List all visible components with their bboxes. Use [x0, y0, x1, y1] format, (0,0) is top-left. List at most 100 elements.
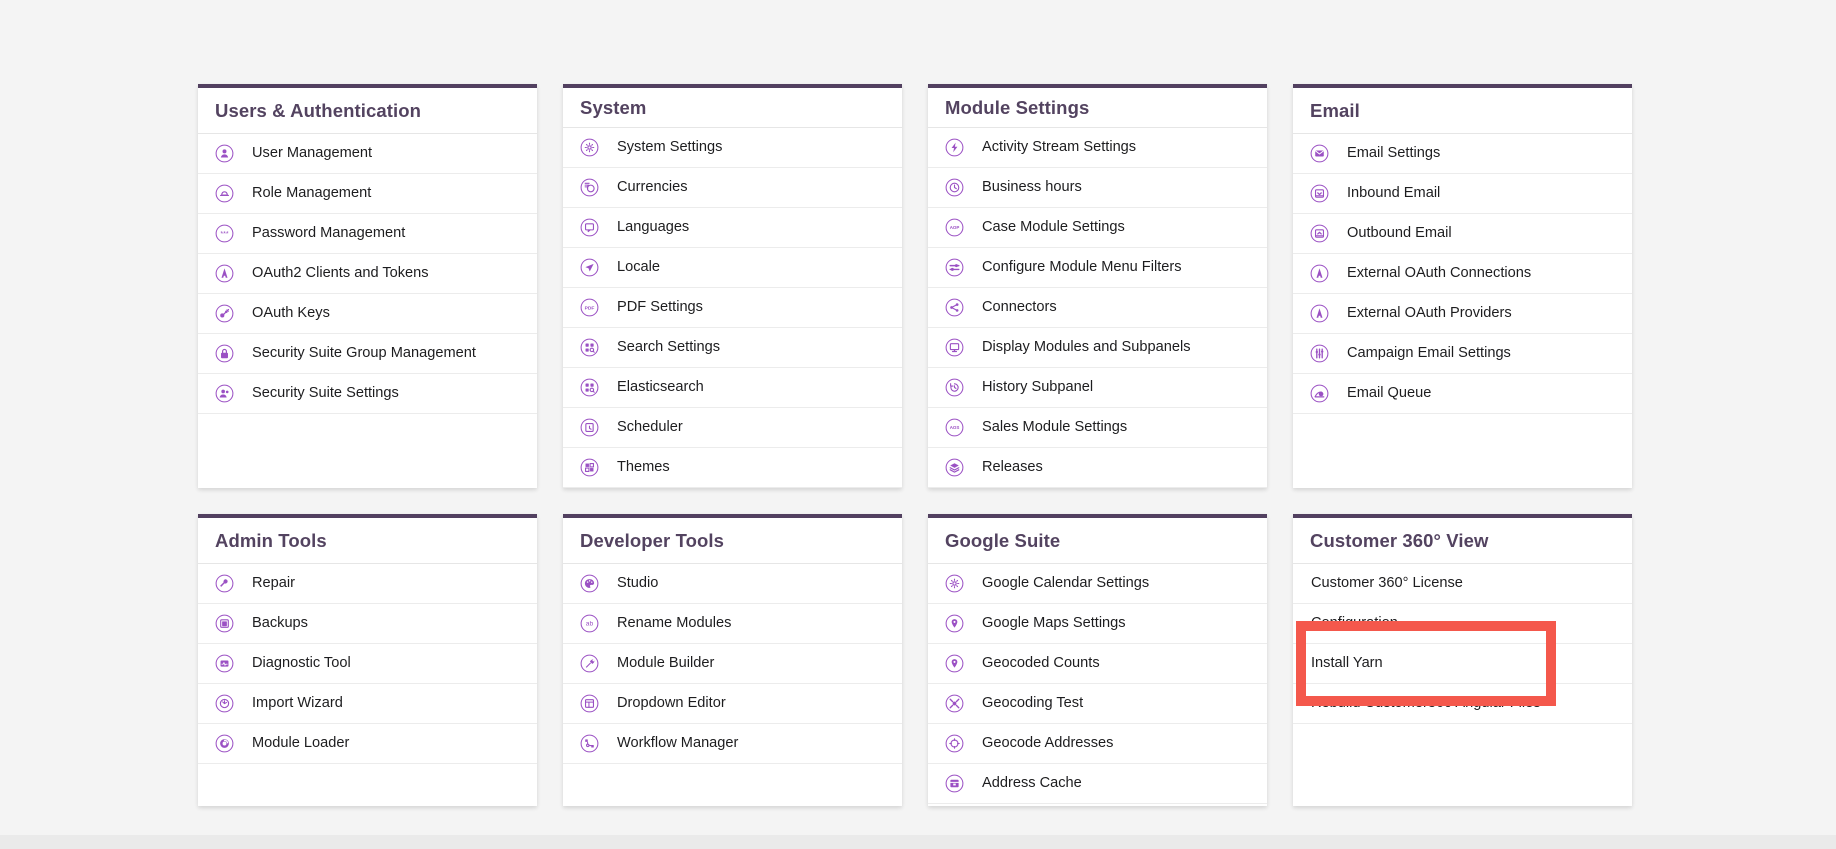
settings-link-row[interactable]: Customer 360° License: [1293, 564, 1632, 604]
settings-link-row[interactable]: Elasticsearch: [563, 368, 902, 408]
settings-link-row[interactable]: Activity Stream Settings: [928, 128, 1267, 168]
map-pin-icon: [945, 654, 973, 673]
settings-link-row[interactable]: Security Suite Group Management: [198, 334, 537, 374]
settings-link-label: Inbound Email: [1347, 185, 1441, 202]
settings-link-row[interactable]: Configure Module Menu Filters: [928, 248, 1267, 288]
settings-link-row[interactable]: Studio: [563, 564, 902, 604]
settings-link-row[interactable]: Business hours: [928, 168, 1267, 208]
settings-link-row[interactable]: Dropdown Editor: [563, 684, 902, 724]
inbox-down-icon: [1310, 184, 1338, 203]
settings-link-row[interactable]: User Management: [198, 134, 537, 174]
gear-icon: [580, 138, 608, 157]
settings-link-row[interactable]: Module Builder: [563, 644, 902, 684]
settings-link-row[interactable]: Scheduler: [563, 408, 902, 448]
settings-link-row[interactable]: Currencies: [563, 168, 902, 208]
settings-link-label: Module Builder: [617, 655, 715, 672]
loader-ring-icon: [215, 734, 243, 753]
settings-link-label: Business hours: [982, 179, 1082, 196]
connector-node-icon: [945, 298, 973, 317]
settings-link-row[interactable]: PDF PDF Settings: [563, 288, 902, 328]
settings-link-row[interactable]: Campaign Email Settings: [1293, 334, 1632, 374]
settings-link-row[interactable]: Import Wizard: [198, 684, 537, 724]
settings-link-row[interactable]: Diagnostic Tool: [198, 644, 537, 684]
lock-icon: [215, 344, 243, 363]
settings-link-label: Scheduler: [617, 419, 683, 436]
settings-link-row[interactable]: Google Calendar Settings: [928, 564, 1267, 604]
settings-link-row[interactable]: Languages: [563, 208, 902, 248]
settings-link-row[interactable]: Security Suite Settings: [198, 374, 537, 414]
settings-link-label: OAuth2 Clients and Tokens: [252, 265, 429, 282]
settings-link-row[interactable]: Email Settings: [1293, 134, 1632, 174]
settings-link-label: Configure Module Menu Filters: [982, 259, 1182, 276]
settings-link-row[interactable]: Email Queue: [1293, 374, 1632, 414]
map-pin-icon: [945, 614, 973, 633]
settings-link-row[interactable]: Inbound Email: [1293, 174, 1632, 214]
settings-link-row[interactable]: Releases: [928, 448, 1267, 488]
settings-link-row[interactable]: Backups: [198, 604, 537, 644]
settings-link-row[interactable]: Geocoding Test: [928, 684, 1267, 724]
settings-link-label: System Settings: [617, 139, 723, 156]
settings-link-label: Configuration: [1311, 615, 1398, 632]
settings-link-row[interactable]: External OAuth Providers: [1293, 294, 1632, 334]
settings-link-row[interactable]: AOS Sales Module Settings: [928, 408, 1267, 448]
settings-link-label: Password Management: [252, 225, 406, 242]
sliders-icon: [945, 258, 973, 277]
settings-card: Customer 360° View Customer 360° License C…: [1293, 514, 1632, 806]
card-item-list: Email Settings Inbound Email Outbound Emai…: [1293, 134, 1632, 414]
settings-link-row[interactable]: Configuration: [1293, 604, 1632, 644]
settings-link-row[interactable]: External OAuth Connections: [1293, 254, 1632, 294]
settings-link-label: Module Loader: [252, 735, 350, 752]
search-grid-icon: [580, 338, 608, 357]
settings-card: Developer Tools Studio ab Rename Modules Mod…: [563, 514, 902, 806]
settings-link-row[interactable]: Repair: [198, 564, 537, 604]
card-title: Customer 360° View: [1310, 529, 1489, 551]
settings-link-row[interactable]: Google Maps Settings: [928, 604, 1267, 644]
settings-link-label: Address Cache: [982, 775, 1082, 792]
settings-link-row[interactable]: Locale: [563, 248, 902, 288]
settings-link-label: Security Suite Settings: [252, 385, 399, 402]
settings-link-row[interactable]: Workflow Manager: [563, 724, 902, 764]
bolt-icon: [945, 138, 973, 157]
settings-link-row[interactable]: Role Management: [198, 174, 537, 214]
settings-link-label: Email Settings: [1347, 145, 1441, 162]
key-icon: [215, 304, 243, 323]
settings-link-label: Search Settings: [617, 339, 721, 356]
settings-link-row[interactable]: Themes: [563, 448, 902, 488]
settings-link-row[interactable]: AOP Case Module Settings: [928, 208, 1267, 248]
settings-link-row[interactable]: OAuth Keys: [198, 294, 537, 334]
settings-link-row[interactable]: Install Yarn: [1293, 644, 1632, 684]
settings-link-row[interactable]: Search Settings: [563, 328, 902, 368]
settings-link-row[interactable]: System Settings: [563, 128, 902, 168]
settings-link-label: Email Queue: [1347, 385, 1432, 402]
settings-link-row[interactable]: Address Cache: [928, 764, 1267, 804]
card-item-list: Google Calendar Settings Google Maps Sett…: [928, 564, 1267, 804]
settings-link-label: Connectors: [982, 299, 1057, 316]
settings-link-row[interactable]: Module Loader: [198, 724, 537, 764]
target-circle-icon: [945, 734, 973, 753]
settings-link-row[interactable]: Outbound Email: [1293, 214, 1632, 254]
settings-link-label: Backups: [252, 615, 308, 632]
theme-blocks-icon: [580, 458, 608, 477]
settings-link-row[interactable]: History Subpanel: [928, 368, 1267, 408]
settings-link-label: Outbound Email: [1347, 225, 1452, 242]
settings-link-label: External OAuth Providers: [1347, 305, 1512, 322]
settings-link-row[interactable]: Rebuild Customer360 Angular Files: [1293, 684, 1632, 724]
envelope-icon: [1310, 144, 1338, 163]
settings-link-row[interactable]: Geocode Addresses: [928, 724, 1267, 764]
settings-link-row[interactable]: Geocoded Counts: [928, 644, 1267, 684]
workflow-nodes-icon: [580, 734, 608, 753]
email-queue-icon: [1310, 384, 1338, 403]
settings-link-label: Google Calendar Settings: [982, 575, 1150, 592]
settings-link-row[interactable]: OAuth2 Clients and Tokens: [198, 254, 537, 294]
card-header: Customer 360° View: [1293, 518, 1632, 564]
settings-link-label: Campaign Email Settings: [1347, 345, 1511, 362]
settings-link-label: Dropdown Editor: [617, 695, 726, 712]
settings-link-row[interactable]: Connectors: [928, 288, 1267, 328]
settings-link-label: Sales Module Settings: [982, 419, 1128, 436]
settings-link-row[interactable]: *** Password Management: [198, 214, 537, 254]
clock-check-icon: [945, 178, 973, 197]
settings-link-label: User Management: [252, 145, 373, 162]
settings-link-row[interactable]: ab Rename Modules: [563, 604, 902, 644]
pdf-icon: PDF: [580, 298, 608, 317]
settings-link-row[interactable]: Display Modules and Subpanels: [928, 328, 1267, 368]
